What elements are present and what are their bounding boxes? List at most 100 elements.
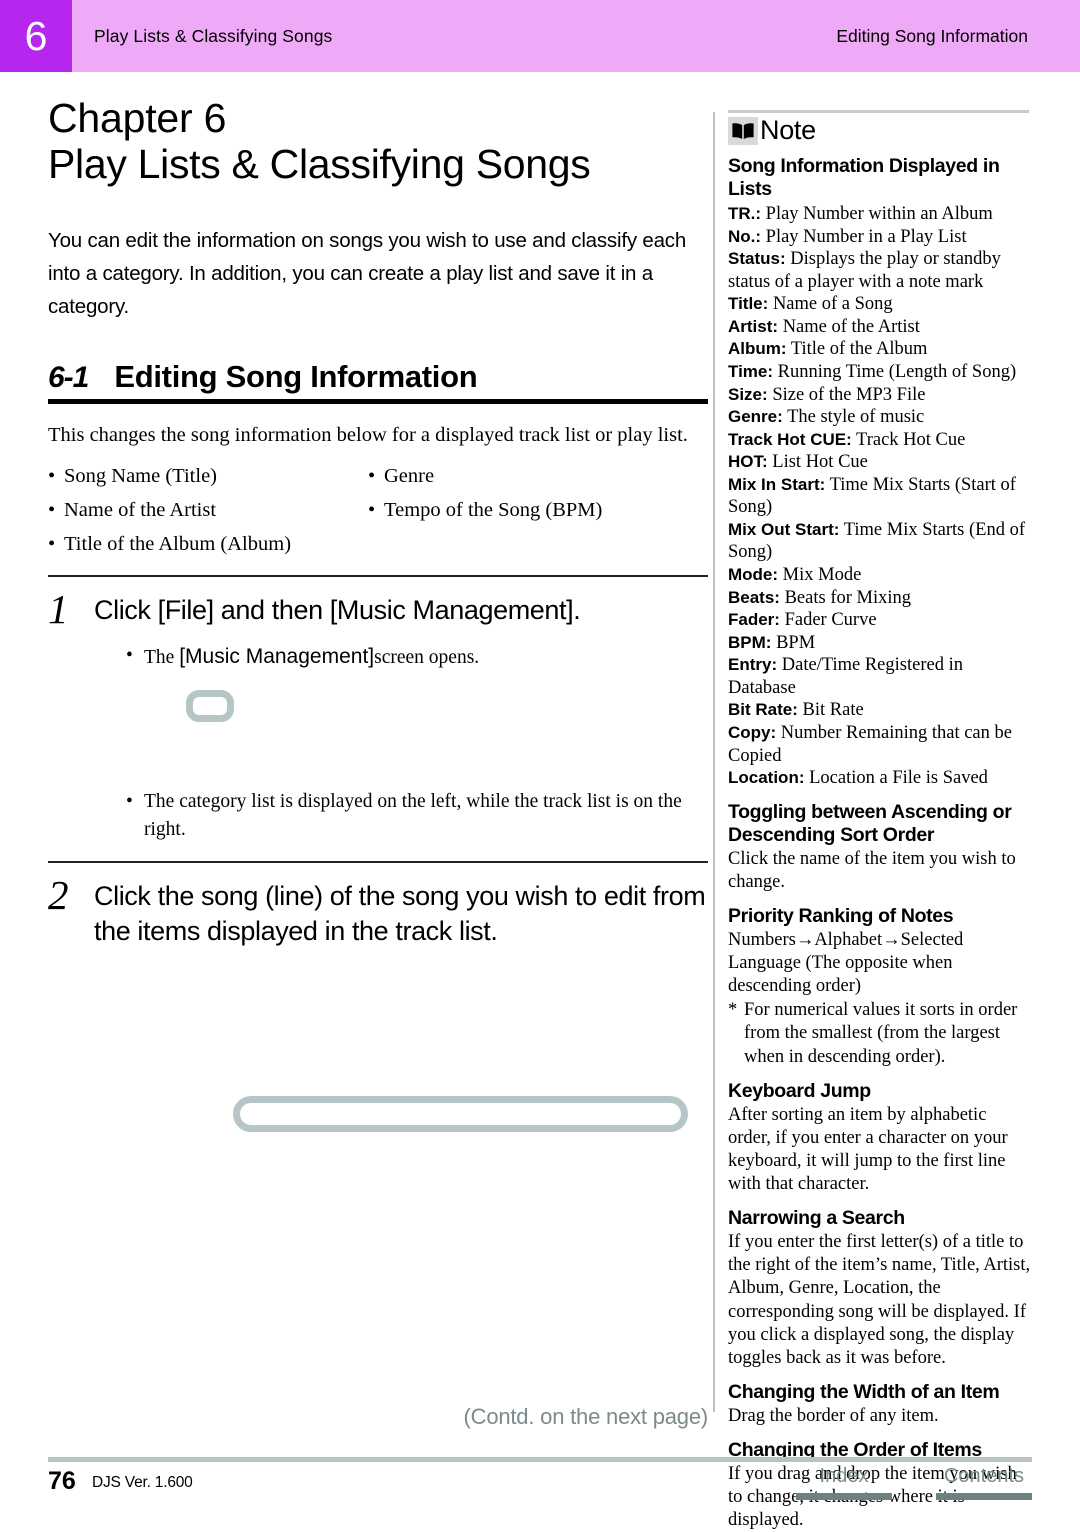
note-heading-narrowing-search: Narrowing a Search [728,1207,905,1230]
note-desc: List Hot Cue [767,452,868,473]
list-item: Title of the Album (Album) [48,528,368,561]
list-item-label: Name of the Artist [64,498,217,521]
list-item: Genre [368,460,708,493]
screenshot-placeholder-small [186,690,234,722]
version-label: DJS Ver. 1.600 [92,1474,193,1491]
note-label: Note [760,115,816,145]
step-2-number: 2 [48,872,69,919]
footer-links: Index Contents [796,1465,1032,1500]
note-heading-keyboard-jump: Keyboard Jump [728,1079,871,1102]
note-desc: Size of the MP3 File [767,384,926,405]
list-item: Tempo of the Song (BPM) [368,494,708,527]
step-divider [48,575,708,578]
index-link-label: Index [819,1465,869,1487]
bullet-dot-icon [48,494,64,527]
note-heading-song-info: Song Information Displayed in Lists [728,155,1000,200]
note-definition-list: TR.: Play Number within an Album No.: Pl… [728,203,1031,790]
note-term: Fader: [728,610,780,630]
note-term: Artist: [728,316,779,336]
bullet-dot-icon [368,460,384,493]
note-body-item-width: Drag the border of any item. [728,1405,939,1426]
note-desc: Bit Rate [797,700,864,721]
note-heading-sort-order: Toggling between Ascending or Descending… [728,800,1012,846]
continued-note: (Contd. on the next page) [463,1404,709,1429]
step-1: 1 Click [File] and then [Music Managemen… [48,587,708,630]
section-lead-paragraph: This changes the song information below … [48,424,688,447]
step-1-text: Click [File] and then [Music Management]… [94,595,581,626]
note-desc: Location a File is Saved [804,768,988,789]
section-number: 6-1 [48,361,89,395]
note-term: Location: [728,768,805,788]
note-desc: Name of the Artist [778,316,920,337]
list-item-label: Song Name (Title) [64,464,217,487]
bullet-dot-icon [126,642,144,672]
note-body-keyboard-jump: After sorting an item by alphabetic orde… [728,1104,1008,1194]
step-divider [48,861,708,864]
step-2-text: Click the song (line) of the song you wi… [94,881,706,946]
header-section-title: Editing Song Information [836,25,1028,46]
note-column: Note Song Information Displayed in Lists… [728,110,1031,1532]
list-item-label: Tempo of the Song (BPM) [384,498,603,521]
list-item: Name of the Artist [48,494,368,527]
chapter-label: Chapter 6 [48,95,227,141]
chapter-title: Play Lists & Classifying Songs [48,140,591,187]
note-desc: Mix Mode [778,565,862,585]
contents-link-underline [936,1493,1032,1500]
subbullet-prefix: The [144,647,180,669]
note-term: Status: [728,249,786,269]
contents-link-label: Contents [943,1465,1025,1487]
page-footer: 76 DJS Ver. 1.600 Index Contents [0,1465,1080,1529]
note-term: HOT: [728,452,768,472]
page-body: Chapter 6 Play Lists & Classifying Songs… [0,72,1080,1530]
screenshot-placeholder-wide [233,1096,688,1133]
figure-spacer [48,722,708,776]
step-1-subbullet-text: The [Music Management]screen opens. [144,642,479,672]
note-footnote-text: For numerical values it sorts in order f… [744,1000,1018,1067]
note-term: Album: [728,339,787,359]
step-1-note-text: The category list is displayed on the le… [144,791,682,840]
note-body-sort-order: Click the name of the item you wish to c… [728,848,1016,892]
note-desc: Beats for Mixing [779,587,911,608]
note-desc: Track Hot Cue [851,429,966,450]
step-1-number: 1 [48,586,69,633]
contents-link[interactable]: Contents [936,1465,1032,1500]
note-top-rule [728,110,1029,113]
list-item-empty [368,528,708,561]
note-desc: The style of music [782,407,925,428]
column-divider [713,112,715,1412]
step-1-subbullet: The [Music Management]screen opens. [126,642,708,672]
bullet-dot-icon [126,788,144,843]
note-term: Copy: [728,722,777,742]
list-item-label: Genre [384,464,435,487]
note-term: Entry: [728,655,778,675]
note-term: Mode: [728,565,779,584]
note-term: Track Hot CUE: [728,429,852,449]
index-link[interactable]: Index [796,1465,892,1500]
note-desc: Play Number within an Album [761,204,993,224]
note-footnote-priority-ranking: * For numerical values it sorts in order… [728,999,1031,1068]
note-term: Size: [728,384,768,404]
note-body-priority-ranking: Numbers→Alphabet→Selected Language (The … [728,929,964,997]
index-link-underline [796,1493,892,1500]
note-desc: Running Time (Length of Song) [773,361,1017,382]
chapter-number-badge: 6 [0,0,72,72]
note-term: Time: [728,361,774,381]
asterisk-icon: * [728,1000,738,1021]
list-item: Song Name (Title) [48,460,368,493]
main-column: Chapter 6 Play Lists & Classifying Songs… [48,72,708,1429]
note-term: Mix Out Start: [728,519,840,539]
section-title-text: Editing Song Information [114,359,478,395]
note-heading-item-width: Changing the Width of an Item [728,1380,1000,1403]
figure-spacer [48,948,708,1096]
note-heading-priority-ranking: Priority Ranking of Notes [728,904,954,927]
note-desc: BPM [771,632,816,653]
note-body-narrowing-search: If you enter the first letter(s) of a ti… [728,1232,1031,1368]
running-header: 6 Play Lists & Classifying Songs Editing… [0,0,1080,72]
note-term: Genre: [728,407,783,427]
note-term: Beats: [728,587,780,607]
bullet-dot-icon [48,528,64,561]
bullet-dot-icon [48,460,64,493]
page-number: 76 [48,1467,76,1495]
step-1-note-bullet: The category list is displayed on the le… [126,788,708,843]
note-term: Title: [728,294,769,314]
